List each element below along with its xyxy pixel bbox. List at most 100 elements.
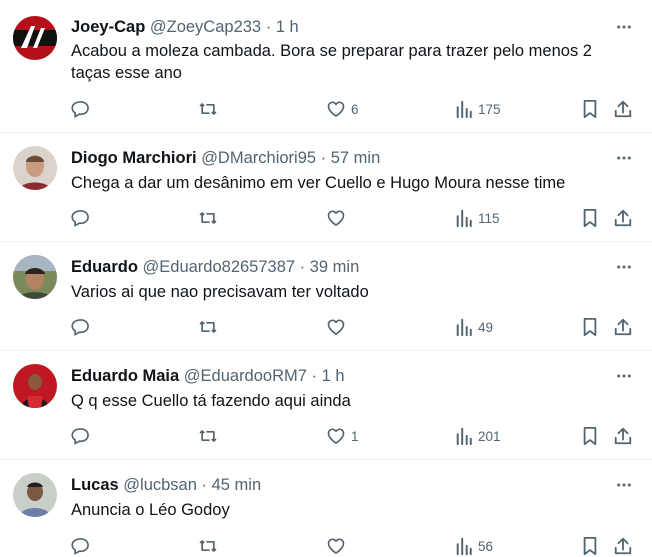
like-count: 6 [351, 101, 359, 117]
tweet-text-line: Acabou a moleza cambada. Bora se prepara… [71, 42, 592, 60]
reply-icon [71, 319, 89, 336]
user-handle[interactable]: @Eduardo82657387 [143, 258, 296, 276]
share-icon [614, 537, 632, 555]
tweet-text: Anuncia o Léo Godoy [71, 499, 616, 521]
timestamp[interactable]: 45 min [212, 476, 262, 494]
more-icon[interactable] [613, 256, 635, 278]
user-handle[interactable]: @DMarchiori95 [201, 149, 316, 167]
user-handle[interactable]: @EduardooRM7 [184, 367, 307, 385]
avatar[interactable] [13, 146, 57, 190]
tweet-header: Diogo Marchiori @DMarchiori95 · 57 min [71, 147, 604, 169]
tweet-header: Eduardo Maia @EduardooRM7 · 1 h [71, 365, 604, 387]
retweet-button[interactable] [197, 535, 219, 557]
like-button[interactable]: 1 [326, 425, 359, 447]
reply-tweet[interactable]: Eduardo Maia @EduardooRM7 · 1 h Q q esse… [0, 351, 652, 460]
like-button[interactable] [326, 207, 351, 229]
share-icon [614, 318, 632, 336]
like-button[interactable]: 6 [326, 98, 359, 120]
like-button[interactable] [326, 316, 351, 338]
bookmark-button[interactable] [581, 316, 599, 338]
action-bar: 6 175 [71, 98, 641, 120]
retweet-button[interactable] [197, 207, 219, 229]
display-name[interactable]: Eduardo Maia [71, 367, 179, 385]
share-icon [614, 209, 632, 227]
share-button[interactable] [613, 535, 633, 557]
bookmark-button[interactable] [581, 535, 599, 557]
share-icon [614, 427, 632, 445]
retweet-button[interactable] [197, 316, 219, 338]
reply-tweet[interactable]: Diogo Marchiori @DMarchiori95 · 57 min C… [0, 133, 652, 242]
share-button[interactable] [613, 425, 633, 447]
separator-dot: · [320, 149, 327, 167]
display-name[interactable]: Lucas [71, 476, 119, 494]
like-button[interactable] [326, 535, 351, 557]
share-button[interactable] [613, 98, 633, 120]
tweet-text-line: Q q esse Cuello tá fazendo aqui ainda [71, 392, 351, 410]
view-count: 115 [478, 210, 500, 226]
avatar[interactable] [13, 473, 57, 517]
tweet-header: Joey-Cap @ZoeyCap233 · 1 h [71, 16, 604, 38]
timestamp[interactable]: 57 min [331, 149, 381, 167]
views-button[interactable]: 201 [455, 425, 501, 447]
timestamp[interactable]: 1 h [322, 367, 345, 385]
display-name[interactable]: Joey-Cap [71, 18, 145, 36]
views-button[interactable]: 49 [455, 316, 493, 338]
more-icon[interactable] [613, 474, 635, 496]
separator-dot: · [299, 258, 306, 276]
bookmark-icon [583, 427, 597, 445]
timestamp[interactable]: 39 min [310, 258, 360, 276]
separator-dot: · [311, 367, 318, 385]
retweet-button[interactable] [197, 98, 219, 120]
reply-button[interactable] [71, 98, 91, 120]
retweet-icon [199, 212, 217, 224]
more-icon[interactable] [613, 16, 635, 38]
tweet-text-line: Varios ai que nao precisavam ter voltado [71, 283, 369, 301]
user-handle[interactable]: @ZoeyCap233 [150, 18, 261, 36]
display-name[interactable]: Diogo Marchiori [71, 149, 197, 167]
tweet-text: Varios ai que nao precisavam ter voltado [71, 281, 616, 303]
retweet-button[interactable] [197, 425, 219, 447]
share-button[interactable] [613, 316, 633, 338]
view-count: 175 [478, 101, 501, 117]
reply-tweet[interactable]: Lucas @lucbsan · 45 min Anuncia o Léo Go… [0, 460, 652, 556]
action-bar: 49 [71, 316, 641, 338]
tweet-text: Chega a dar um desânimo em ver Cuello e … [71, 172, 616, 194]
retweet-icon [199, 321, 217, 333]
bookmark-icon [583, 209, 597, 227]
views-button[interactable]: 175 [455, 98, 501, 120]
reply-icon [71, 210, 89, 227]
heart-icon [327, 210, 345, 226]
display-name[interactable]: Eduardo [71, 258, 138, 276]
views-icon [456, 100, 472, 119]
tweet-text-line: Anuncia o Léo Godoy [71, 501, 230, 519]
retweet-icon [199, 430, 217, 442]
view-count: 49 [478, 319, 494, 335]
bookmark-button[interactable] [581, 207, 599, 229]
reply-tweet[interactable]: Eduardo @Eduardo82657387 · 39 min Varios… [0, 242, 652, 351]
reply-tweet[interactable]: Joey-Cap @ZoeyCap233 · 1 h Acabou a mole… [0, 0, 652, 133]
avatar[interactable] [13, 255, 57, 299]
bookmark-button[interactable] [581, 425, 599, 447]
tweet-header: Eduardo @Eduardo82657387 · 39 min [71, 256, 604, 278]
avatar[interactable] [13, 364, 57, 408]
views-button[interactable]: 56 [455, 535, 493, 557]
tweet-text: Acabou a moleza cambada. Bora se prepara… [71, 40, 616, 84]
more-icon[interactable] [613, 147, 635, 169]
more-icon[interactable] [613, 365, 635, 387]
reply-button[interactable] [71, 316, 91, 338]
tweet-header: Lucas @lucbsan · 45 min [71, 474, 604, 496]
view-count: 56 [478, 538, 494, 554]
timestamp[interactable]: 1 h [276, 18, 299, 36]
reply-icon [71, 538, 89, 555]
bookmark-button[interactable] [581, 98, 599, 120]
share-button[interactable] [613, 207, 633, 229]
bookmark-icon [583, 537, 597, 555]
reply-button[interactable] [71, 535, 91, 557]
reply-button[interactable] [71, 207, 91, 229]
views-button[interactable]: 115 [455, 207, 500, 229]
reply-button[interactable] [71, 425, 91, 447]
view-count: 201 [478, 428, 501, 444]
user-handle[interactable]: @lucbsan [123, 476, 197, 494]
action-bar: 115 [71, 207, 641, 229]
avatar[interactable] [13, 16, 57, 60]
